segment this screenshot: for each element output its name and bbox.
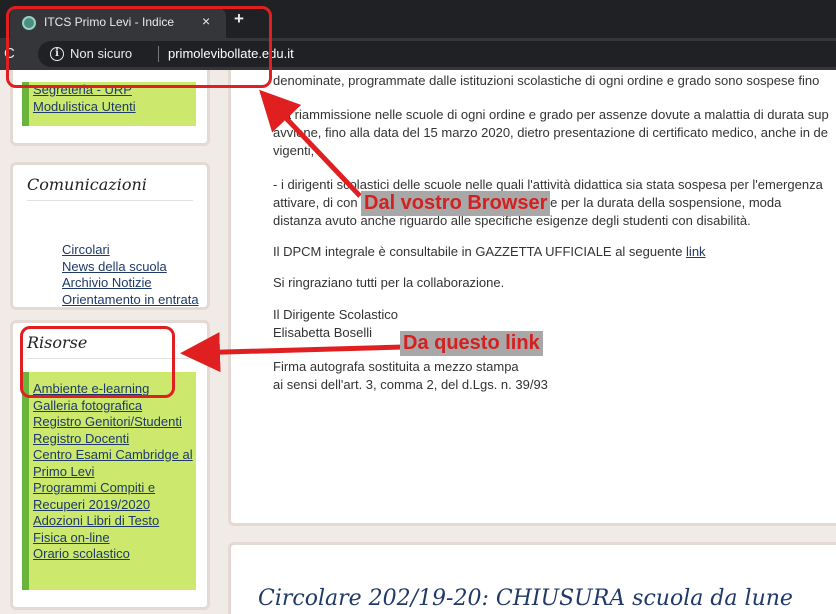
arrow-to-browser (259, 89, 362, 198)
annotation-arrows (180, 89, 404, 373)
arrow-to-link (180, 332, 404, 373)
link-callout-label: Da questo link (400, 331, 543, 356)
browser-callout-label: Dal vostro Browser (361, 191, 551, 216)
